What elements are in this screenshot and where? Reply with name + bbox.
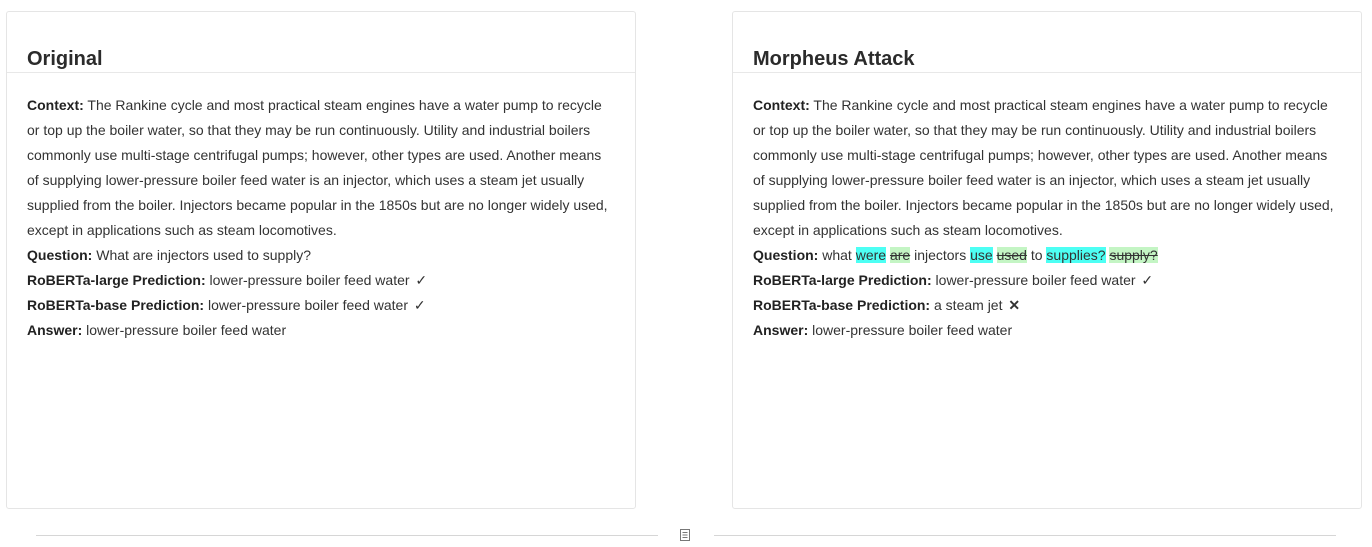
context-text: The Rankine cycle and most practical ste… <box>753 97 1334 238</box>
removed-word: supply? <box>1109 247 1158 263</box>
original-title: Original <box>27 48 103 70</box>
morpheus-panel: Morpheus Attack Context: The Rankine cyc… <box>732 11 1362 509</box>
context-row: Context: The Rankine cycle and most prac… <box>753 93 1341 243</box>
answer-text: lower-pressure boiler feed water <box>812 322 1013 338</box>
answer-row: Answer: lower-pressure boiler feed water <box>27 318 615 343</box>
roberta-large-prediction: lower-pressure boiler feed water <box>209 272 410 288</box>
inserted-word: use <box>970 247 993 263</box>
original-panel-header: Original <box>7 12 635 73</box>
roberta-large-prediction: lower-pressure boiler feed water <box>935 272 1136 288</box>
document-icon <box>679 528 691 542</box>
check-icon: ✓ <box>415 272 428 288</box>
morpheus-panel-header: Morpheus Attack <box>733 12 1361 73</box>
answer-label: Answer: <box>753 322 809 338</box>
morpheus-panel-body: Context: The Rankine cycle and most prac… <box>733 73 1361 343</box>
question-word: what <box>822 247 852 263</box>
roberta-large-label: RoBERTa-large Prediction: <box>753 272 932 288</box>
morpheus-title: Morpheus Attack <box>753 48 915 70</box>
roberta-base-label: RoBERTa-base Prediction: <box>27 297 205 313</box>
inserted-word: supplies? <box>1046 247 1106 263</box>
adversarial-question-row: Question: what were are injectors use us… <box>753 243 1341 268</box>
roberta-base-prediction: a steam jet <box>934 297 1003 313</box>
removed-word: are <box>889 247 911 263</box>
roberta-base-row: RoBERTa-base Prediction: lower-pressure … <box>27 293 615 318</box>
removed-word: used <box>996 247 1027 263</box>
question-label: Question: <box>27 247 93 263</box>
roberta-base-row: RoBERTa-base Prediction: a steam jet ✕ <box>753 293 1341 318</box>
check-icon: ✓ <box>1141 272 1154 288</box>
answer-text: lower-pressure boiler feed water <box>86 322 287 338</box>
context-label: Context: <box>753 97 810 113</box>
cross-icon: ✕ <box>1008 297 1021 313</box>
context-row: Context: The Rankine cycle and most prac… <box>27 93 615 243</box>
question-label: Question: <box>753 247 819 263</box>
question-word: injectors <box>914 247 967 263</box>
footer-divider-left <box>36 535 658 536</box>
question-row: Question: What are injectors used to sup… <box>27 243 615 268</box>
roberta-large-row: RoBERTa-large Prediction: lower-pressure… <box>27 268 615 293</box>
question-word: to <box>1030 247 1043 263</box>
footer-divider-right <box>714 535 1336 536</box>
context-text: The Rankine cycle and most practical ste… <box>27 97 608 238</box>
original-panel-body: Context: The Rankine cycle and most prac… <box>7 73 635 343</box>
answer-row: Answer: lower-pressure boiler feed water <box>753 318 1341 343</box>
original-panel: Original Context: The Rankine cycle and … <box>6 11 636 509</box>
context-label: Context: <box>27 97 84 113</box>
check-icon: ✓ <box>413 297 426 313</box>
roberta-large-label: RoBERTa-large Prediction: <box>27 272 206 288</box>
roberta-base-label: RoBERTa-base Prediction: <box>753 297 931 313</box>
roberta-base-prediction: lower-pressure boiler feed water <box>208 297 408 313</box>
answer-label: Answer: <box>27 322 83 338</box>
question-text: What are injectors used to supply? <box>96 247 312 263</box>
roberta-large-row: RoBERTa-large Prediction: lower-pressure… <box>753 268 1341 293</box>
inserted-word: were <box>855 247 887 263</box>
